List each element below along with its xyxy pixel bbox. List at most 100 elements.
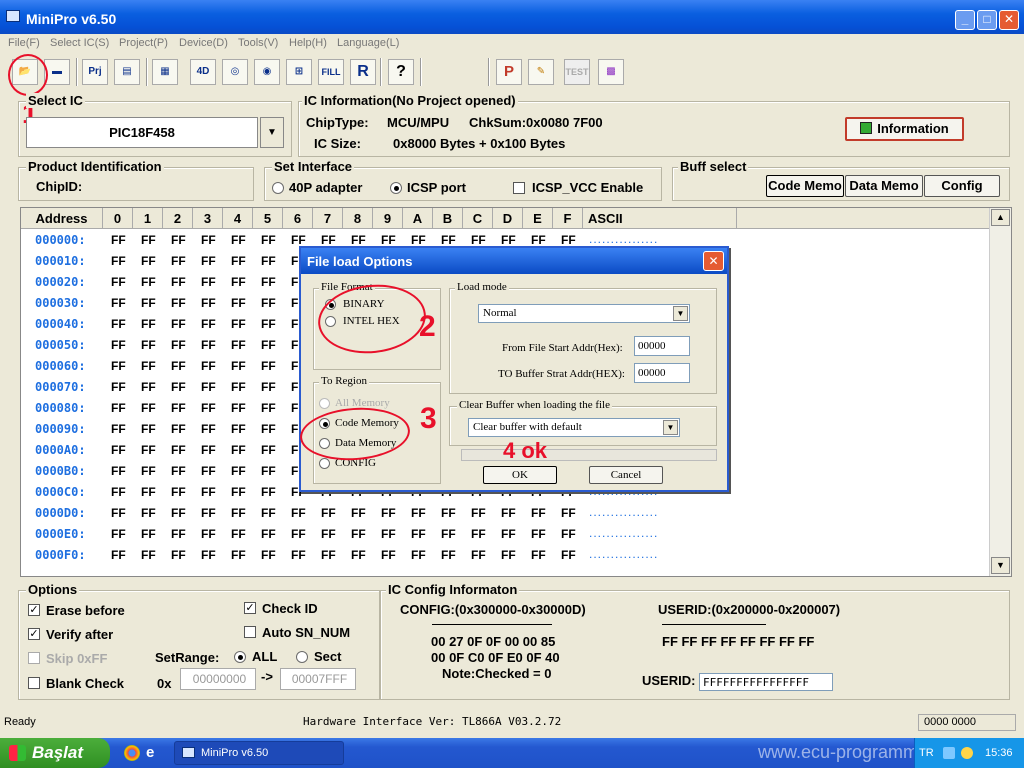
hex-cell[interactable]: FF bbox=[201, 506, 216, 520]
hex-cell[interactable]: FF bbox=[171, 401, 186, 415]
hex-cell[interactable]: FF bbox=[201, 338, 216, 352]
test-icon[interactable]: TEST bbox=[564, 59, 590, 85]
hex-cell[interactable]: FF bbox=[171, 359, 186, 373]
hex-cell[interactable]: FF bbox=[141, 401, 156, 415]
hex-cell[interactable]: FF bbox=[111, 254, 126, 268]
hex-cell[interactable]: FF bbox=[531, 548, 546, 562]
hex-cell[interactable]: FF bbox=[231, 485, 246, 499]
hex-cell[interactable]: FF bbox=[411, 548, 426, 562]
hex-cell[interactable]: FF bbox=[171, 296, 186, 310]
scroll-down-icon[interactable]: ▼ bbox=[991, 557, 1010, 574]
hex-cell[interactable]: FF bbox=[351, 506, 366, 520]
hex-cell[interactable]: FF bbox=[501, 506, 516, 520]
read-icon[interactable]: 4D bbox=[190, 59, 216, 85]
hex-cell[interactable]: FF bbox=[201, 401, 216, 415]
menu-help[interactable]: Help(H) bbox=[289, 37, 327, 49]
hex-cell[interactable]: FF bbox=[351, 233, 366, 247]
hex-cell[interactable]: FF bbox=[111, 233, 126, 247]
r-icon[interactable]: R bbox=[350, 59, 376, 85]
hex-cell[interactable]: FF bbox=[231, 548, 246, 562]
to-addr-input[interactable] bbox=[634, 363, 690, 383]
radio-sect[interactable] bbox=[296, 651, 308, 663]
fill-icon[interactable]: FILL bbox=[318, 59, 344, 85]
hex-cell[interactable]: FF bbox=[471, 548, 486, 562]
range-to-input[interactable] bbox=[280, 668, 356, 690]
hex-cell[interactable]: FF bbox=[261, 275, 276, 289]
hex-cell[interactable]: FF bbox=[471, 506, 486, 520]
hex-cell[interactable]: FF bbox=[261, 338, 276, 352]
edit-icon[interactable]: ✎ bbox=[528, 59, 554, 85]
close-button[interactable]: ✕ bbox=[999, 10, 1019, 30]
scroll-up-icon[interactable]: ▲ bbox=[991, 209, 1010, 226]
hex-cell[interactable]: FF bbox=[561, 527, 576, 541]
hex-cell[interactable]: FF bbox=[501, 233, 516, 247]
radio-all[interactable] bbox=[234, 651, 246, 663]
hex-cell[interactable]: FF bbox=[321, 233, 336, 247]
hex-cell[interactable]: FF bbox=[411, 527, 426, 541]
hex-cell[interactable]: FF bbox=[141, 380, 156, 394]
hex-cell[interactable]: FF bbox=[111, 506, 126, 520]
hex-cell[interactable]: FF bbox=[141, 275, 156, 289]
hex-cell[interactable]: FF bbox=[201, 548, 216, 562]
table-row[interactable]: 0000D0: FF FF FF FF FF FF FF FF FF FF FF FF FF FF FF FF.… bbox=[21, 503, 781, 524]
hex-cell[interactable]: FF bbox=[381, 527, 396, 541]
table-row[interactable]: 0000E0: FF FF FF FF FF FF FF FF FF FF FF FF FF FF FF FF.… bbox=[21, 524, 781, 545]
hex-cell[interactable]: FF bbox=[171, 254, 186, 268]
hex-cell[interactable]: FF bbox=[261, 464, 276, 478]
vertical-scrollbar[interactable]: ▲ ▼ bbox=[989, 208, 1011, 576]
hex-cell[interactable]: FF bbox=[141, 548, 156, 562]
hex-cell[interactable]: FF bbox=[201, 254, 216, 268]
data-memo-button[interactable]: Data Memo bbox=[845, 175, 923, 197]
hex-cell[interactable]: FF bbox=[201, 317, 216, 331]
ok-button[interactable]: OK bbox=[483, 466, 557, 484]
radio-icsp[interactable] bbox=[390, 182, 402, 194]
hex-cell[interactable]: FF bbox=[171, 338, 186, 352]
code-memo-button[interactable]: Code Memo bbox=[766, 175, 844, 197]
hex-cell[interactable]: FF bbox=[141, 443, 156, 457]
hex-cell[interactable]: FF bbox=[171, 317, 186, 331]
hex-cell[interactable]: FF bbox=[141, 317, 156, 331]
hex-cell[interactable]: FF bbox=[171, 422, 186, 436]
hex-cell[interactable]: FF bbox=[261, 233, 276, 247]
hex-cell[interactable]: FF bbox=[111, 338, 126, 352]
chevron-down-icon[interactable]: ▼ bbox=[673, 306, 688, 321]
hex-cell[interactable]: FF bbox=[201, 233, 216, 247]
hex-cell[interactable]: FF bbox=[261, 443, 276, 457]
checkbox-skip[interactable] bbox=[28, 652, 40, 664]
radio-config[interactable] bbox=[319, 458, 330, 469]
range-from-input[interactable] bbox=[180, 668, 256, 690]
hex-cell[interactable]: FF bbox=[201, 422, 216, 436]
hex-cell[interactable]: FF bbox=[351, 548, 366, 562]
hex-cell[interactable]: FF bbox=[231, 380, 246, 394]
hex-cell[interactable]: FF bbox=[111, 275, 126, 289]
hex-cell[interactable]: FF bbox=[111, 548, 126, 562]
hex-cell[interactable]: FF bbox=[501, 527, 516, 541]
chrome-icon[interactable] bbox=[124, 745, 140, 761]
radio-all-memory[interactable] bbox=[319, 398, 330, 409]
userid-input[interactable] bbox=[699, 673, 833, 691]
hex-cell[interactable]: FF bbox=[111, 380, 126, 394]
hex-cell[interactable]: FF bbox=[171, 233, 186, 247]
hex-cell[interactable]: FF bbox=[201, 443, 216, 457]
ic-select-field[interactable]: PIC18F458 bbox=[26, 117, 258, 148]
hex-cell[interactable]: FF bbox=[291, 233, 306, 247]
hex-cell[interactable]: FF bbox=[381, 506, 396, 520]
hex-cell[interactable]: FF bbox=[471, 527, 486, 541]
hex-cell[interactable]: FF bbox=[231, 275, 246, 289]
hex-cell[interactable]: FF bbox=[141, 233, 156, 247]
hex-cell[interactable]: FF bbox=[231, 254, 246, 268]
menu-language[interactable]: Language(L) bbox=[337, 37, 399, 49]
hex-cell[interactable]: FF bbox=[111, 359, 126, 373]
compare-icon[interactable]: ⊞ bbox=[286, 59, 312, 85]
checkbox-erase[interactable]: ✓ bbox=[28, 604, 40, 616]
hex-cell[interactable]: FF bbox=[201, 296, 216, 310]
hex-cell[interactable]: FF bbox=[531, 527, 546, 541]
minimize-button[interactable]: _ bbox=[955, 10, 975, 30]
hex-cell[interactable]: FF bbox=[111, 443, 126, 457]
hex-cell[interactable]: FF bbox=[381, 233, 396, 247]
hex-cell[interactable]: FF bbox=[231, 317, 246, 331]
hex-cell[interactable]: FF bbox=[231, 443, 246, 457]
help-icon[interactable]: ? bbox=[388, 59, 414, 85]
hex-cell[interactable]: FF bbox=[111, 401, 126, 415]
menu-select-ic[interactable]: Select IC(S) bbox=[50, 37, 109, 49]
